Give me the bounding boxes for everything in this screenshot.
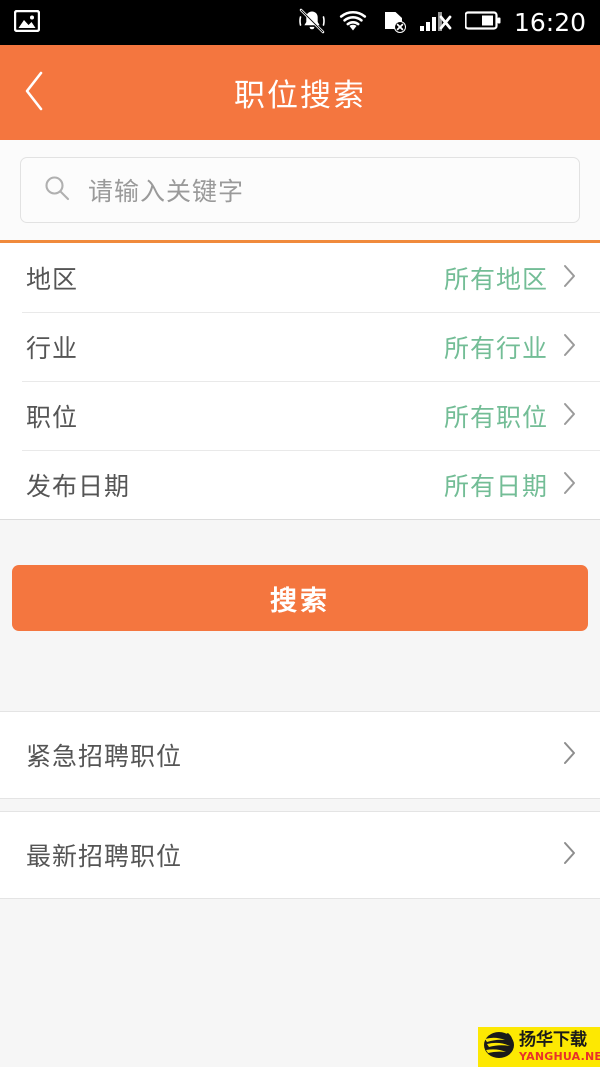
filter-label: 地区: [26, 264, 79, 294]
photo-icon: [13, 9, 41, 36]
chevron-right-icon: [562, 263, 578, 293]
filter-list: 地区 所有地区 行业 所有行业 职位 所有职位 发布日期 所有日期: [0, 243, 600, 519]
link-list-separator: [0, 799, 600, 811]
filter-row-right: 所有职位: [444, 398, 578, 434]
watermark-cn: 扬华下载: [519, 1030, 587, 1050]
back-chevron-icon: [22, 69, 48, 117]
filter-value: 所有行业: [443, 333, 548, 363]
page-title: 职位搜索: [234, 78, 366, 114]
filter-value: 所有日期: [443, 471, 548, 501]
search-button[interactable]: 搜索: [12, 565, 588, 631]
filter-row-position[interactable]: 职位 所有职位: [0, 381, 600, 450]
filter-row-right: 所有日期: [444, 467, 578, 503]
battery-icon: [464, 10, 501, 35]
chevron-right-icon: [562, 470, 578, 500]
filter-label: 发布日期: [26, 471, 131, 501]
status-bar-clock: 16:20: [513, 8, 586, 37]
chevron-right-icon: [562, 739, 578, 771]
filter-row-industry[interactable]: 行业 所有行业: [0, 312, 600, 381]
chevron-right-icon: [562, 332, 578, 362]
chevron-right-icon: [562, 401, 578, 431]
status-bar-left: [13, 9, 41, 36]
filter-label: 行业: [26, 333, 79, 363]
app-header: 职位搜索: [0, 45, 600, 140]
watermark-badge: 扬华下载 YANGHUA.NET: [478, 1027, 600, 1067]
search-placeholder-text: 请输入关键字: [88, 177, 245, 206]
status-bar: 16:20: [0, 0, 600, 45]
vibrate-mute-icon: [299, 8, 325, 38]
watermark-text: 扬华下载 YANGHUA.NET: [519, 1030, 600, 1063]
search-button-section: 搜索: [0, 520, 600, 673]
status-bar-right: 16:20: [299, 8, 586, 38]
globe-logo-icon: [482, 1029, 516, 1065]
filter-row-right: 所有地区: [444, 260, 578, 296]
filter-label: 职位: [26, 402, 79, 432]
link-label: 紧急招聘职位: [26, 742, 183, 771]
filter-row-publish-date[interactable]: 发布日期 所有日期: [0, 450, 600, 519]
signal-off-icon: [419, 9, 452, 37]
link-row-latest-jobs[interactable]: 最新招聘职位: [0, 811, 600, 899]
quick-link-list: 紧急招聘职位 最新招聘职位: [0, 711, 600, 899]
filter-value: 所有职位: [443, 402, 548, 432]
link-label: 最新招聘职位: [26, 842, 183, 871]
phone-screen: 16:20 职位搜索 请输入关键字 地区 所有地区 行业 所有行业 职位 所有职…: [0, 0, 600, 1067]
spacer-below-button: [0, 673, 600, 711]
filter-row-right: 所有行业: [444, 329, 578, 365]
back-button[interactable]: [0, 45, 70, 140]
search-icon: [43, 174, 71, 206]
watermark-en: YANGHUA.NET: [519, 1050, 600, 1063]
wifi-icon: [338, 9, 368, 36]
link-row-urgent-jobs[interactable]: 紧急招聘职位: [0, 711, 600, 799]
search-section: 请输入关键字: [0, 140, 600, 243]
search-input[interactable]: 请输入关键字: [20, 157, 580, 223]
chevron-right-icon: [562, 839, 578, 871]
filter-row-region[interactable]: 地区 所有地区: [0, 243, 600, 312]
sim-card-off-icon: [381, 8, 407, 38]
filter-value: 所有地区: [443, 264, 548, 294]
